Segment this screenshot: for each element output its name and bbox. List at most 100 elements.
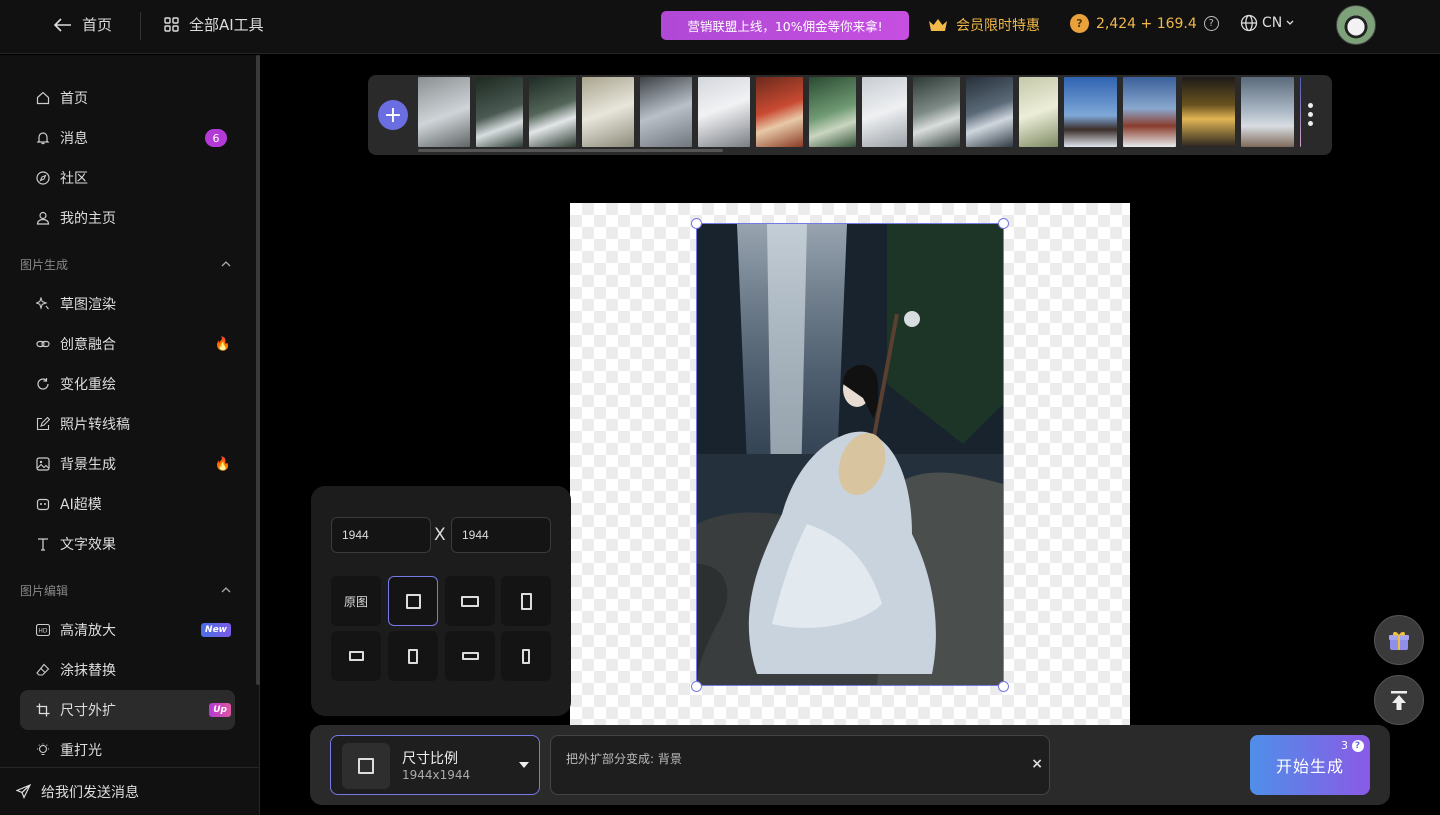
ratio-ultratall-button[interactable] bbox=[501, 631, 551, 681]
thumbnail[interactable] bbox=[756, 77, 803, 147]
crop-icon bbox=[36, 703, 50, 717]
robot-icon bbox=[36, 497, 50, 511]
link-icon bbox=[36, 337, 50, 351]
sidebar-item-upscale[interactable]: HD 高清放大 New bbox=[20, 610, 235, 650]
cost-value: 3 bbox=[1341, 739, 1349, 752]
sidebar-item-label: 草图渲染 bbox=[60, 297, 116, 313]
language-selector[interactable]: CN bbox=[1240, 14, 1294, 32]
feedback-label: 给我们发送消息 bbox=[41, 784, 139, 801]
home-back-link[interactable]: 首页 bbox=[54, 14, 112, 35]
sidebar-item-label: 照片转线稿 bbox=[60, 417, 130, 433]
thumbnail[interactable] bbox=[1182, 77, 1235, 147]
message-count-badge: 6 bbox=[205, 129, 227, 147]
ratio-original-button[interactable]: 原图 bbox=[331, 576, 381, 626]
generate-button[interactable]: 开始生成 3? bbox=[1250, 735, 1370, 795]
add-image-button[interactable]: + bbox=[378, 100, 408, 130]
sidebar-scrollbar[interactable] bbox=[256, 55, 260, 685]
home-icon bbox=[36, 91, 50, 105]
sidebar-item-label: 文字效果 bbox=[60, 537, 116, 553]
resize-handle-top-left[interactable] bbox=[691, 218, 702, 229]
ratio-portrait-button[interactable] bbox=[501, 576, 551, 626]
home-link-label: 首页 bbox=[82, 16, 113, 34]
sidebar-item-home[interactable]: 首页 bbox=[20, 78, 235, 118]
more-options-icon[interactable] bbox=[1308, 103, 1313, 126]
sidebar-item-ai-model[interactable]: AI超模 bbox=[20, 484, 235, 524]
help-icon[interactable]: ? bbox=[1203, 16, 1219, 31]
height-input[interactable] bbox=[451, 517, 551, 553]
vip-offer-label: 会员限时特惠 bbox=[956, 18, 1040, 34]
thumbnail[interactable] bbox=[640, 77, 692, 147]
divider bbox=[140, 12, 141, 40]
bulb-icon bbox=[36, 743, 50, 757]
thumbnail[interactable] bbox=[698, 77, 750, 147]
gift-icon bbox=[1389, 631, 1409, 650]
sidebar-item-creative-fusion[interactable]: 创意融合 🔥 bbox=[20, 324, 235, 364]
thumbnail[interactable] bbox=[913, 77, 960, 147]
sidebar-item-messages[interactable]: 消息 6 bbox=[20, 118, 235, 158]
ratio-wide-button[interactable] bbox=[331, 631, 381, 681]
sidebar-item-variation[interactable]: 变化重绘 bbox=[20, 364, 235, 404]
wide-icon bbox=[348, 651, 364, 661]
thumbnail[interactable] bbox=[582, 77, 634, 147]
section-header-edit[interactable]: 图片编辑 bbox=[20, 582, 235, 599]
thumbnail[interactable] bbox=[1241, 77, 1294, 147]
resize-handle-top-right[interactable] bbox=[998, 218, 1009, 229]
gift-button[interactable] bbox=[1374, 615, 1424, 665]
sidebar-item-text-effect[interactable]: 文字效果 bbox=[20, 524, 235, 564]
globe-icon bbox=[1240, 14, 1258, 32]
refresh-icon bbox=[36, 377, 50, 391]
sidebar-item-photo-to-lineart[interactable]: 照片转线稿 bbox=[20, 404, 235, 444]
source-image[interactable] bbox=[696, 223, 1004, 686]
ratio-tall-button[interactable] bbox=[388, 631, 438, 681]
send-feedback-button[interactable]: 给我们发送消息 bbox=[0, 767, 259, 815]
sidebar-item-relight[interactable]: 重打光 bbox=[20, 730, 235, 770]
resize-handle-bottom-left[interactable] bbox=[691, 681, 702, 692]
ratio-landscape-button[interactable] bbox=[445, 576, 495, 626]
tall-icon bbox=[408, 648, 418, 664]
sidebar-item-label: 高清放大 bbox=[60, 623, 116, 639]
clear-icon[interactable]: × bbox=[1031, 756, 1043, 772]
size-ratio-panel: X 原图 bbox=[311, 486, 571, 716]
user-icon bbox=[36, 211, 50, 225]
strip-scrollbar[interactable] bbox=[418, 149, 723, 152]
scroll-top-button[interactable] bbox=[1374, 675, 1424, 725]
new-badge: New bbox=[201, 623, 231, 637]
thumbnail[interactable] bbox=[809, 77, 856, 147]
ratio-square-button[interactable] bbox=[388, 576, 438, 626]
prompt-input[interactable]: 把外扩部分变成: 背景 × bbox=[550, 735, 1050, 795]
sidebar-item-background-gen[interactable]: 背景生成 🔥 bbox=[20, 444, 235, 484]
thumbnail[interactable] bbox=[1019, 77, 1058, 147]
send-icon bbox=[16, 784, 31, 799]
sidebar-item-profile[interactable]: 我的主页 bbox=[20, 198, 235, 238]
fire-icon: 🔥 bbox=[214, 456, 231, 472]
credits-display[interactable]: ? 2,424 + 169.4 ? bbox=[1070, 14, 1219, 33]
ratio-dropdown[interactable]: 尺寸比例 1944x1944 bbox=[330, 735, 540, 795]
thumbnail[interactable] bbox=[529, 77, 576, 147]
thumbnail[interactable] bbox=[1064, 77, 1117, 147]
square-icon bbox=[358, 758, 374, 774]
promo-banner[interactable]: 营销联盟上线，10%佣金等你来拿! bbox=[661, 11, 909, 40]
sidebar-item-label: 变化重绘 bbox=[60, 377, 116, 393]
sidebar-item-outpaint[interactable]: 尺寸外扩 Up bbox=[20, 690, 235, 730]
sidebar-item-label: 首页 bbox=[60, 91, 88, 107]
sidebar-item-label: 我的主页 bbox=[60, 211, 116, 227]
all-tools-button[interactable]: 全部AI工具 bbox=[164, 14, 264, 35]
section-header-generate[interactable]: 图片生成 bbox=[20, 256, 235, 273]
sidebar-item-inpaint[interactable]: 涂抹替换 bbox=[20, 650, 235, 690]
sidebar-item-sketch-render[interactable]: 草图渲染 bbox=[20, 284, 235, 324]
resize-handle-bottom-right[interactable] bbox=[998, 681, 1009, 692]
cost-icon: ? bbox=[1352, 739, 1364, 752]
ratio-ultrawide-button[interactable] bbox=[445, 631, 495, 681]
thumbnail[interactable] bbox=[966, 77, 1013, 147]
thumbnail[interactable] bbox=[1123, 77, 1176, 147]
thumbnail[interactable] bbox=[476, 77, 523, 147]
sidebar-item-community[interactable]: 社区 bbox=[20, 158, 235, 198]
width-input[interactable] bbox=[331, 517, 431, 553]
thumbnail[interactable] bbox=[1300, 77, 1301, 147]
thumbnail[interactable] bbox=[862, 77, 907, 147]
avatar[interactable] bbox=[1336, 5, 1376, 45]
vip-offer-link[interactable]: 会员限时特惠 bbox=[928, 15, 1040, 35]
eraser-icon bbox=[36, 663, 50, 677]
sidebar-item-label: 涂抹替换 bbox=[60, 663, 116, 679]
thumbnail[interactable] bbox=[418, 77, 470, 147]
